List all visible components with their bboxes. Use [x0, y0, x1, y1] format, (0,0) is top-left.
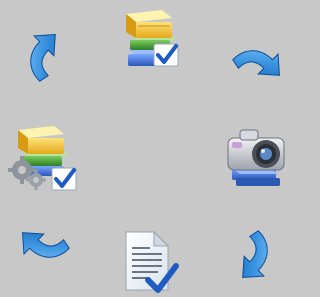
- books-check-icon: [120, 4, 184, 70]
- curved-arrow-icon-top-left: [14, 30, 74, 90]
- curved-arrow-icon-top-right: [224, 34, 284, 94]
- curved-arrow-icon-bottom-right: [224, 222, 284, 282]
- document-check-icon: [118, 226, 180, 296]
- curved-arrow-icon-bottom-left: [18, 214, 78, 274]
- workflow-cycle: [0, 0, 294, 297]
- books-gears-check-icon: [6, 120, 78, 192]
- camera-books-icon: [222, 120, 292, 190]
